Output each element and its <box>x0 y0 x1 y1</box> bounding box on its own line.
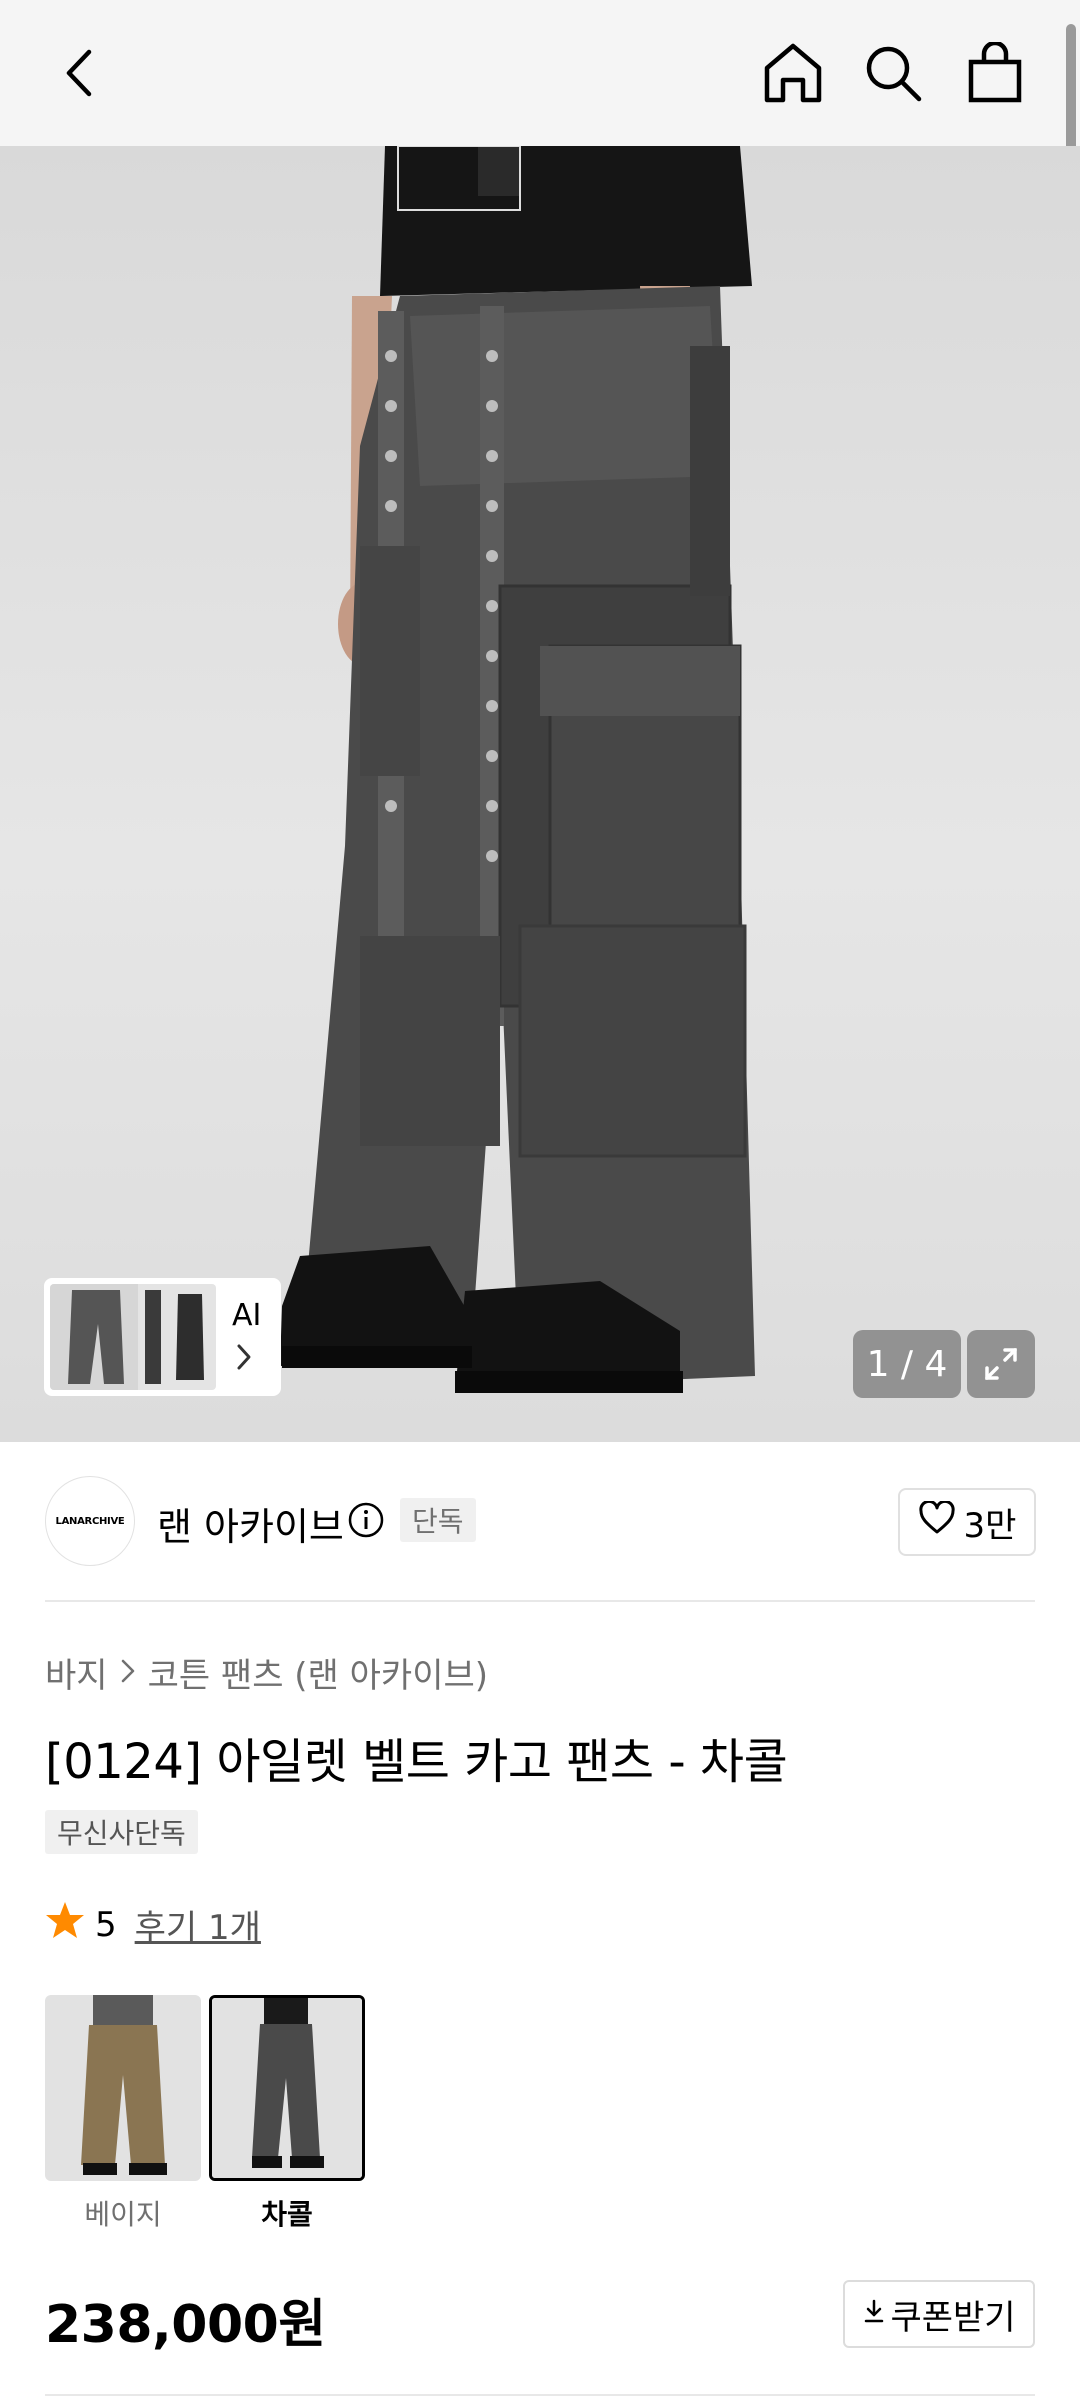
search-icon[interactable] <box>858 38 928 108</box>
breadcrumb-category[interactable]: 바지 <box>45 1648 108 1697</box>
divider <box>45 1600 1035 1602</box>
product-image-gallery[interactable]: AI 1 / 4 <box>0 146 1080 1442</box>
image-counter: 1 / 4 <box>853 1330 961 1398</box>
shopping-bag-icon[interactable] <box>960 38 1030 108</box>
brand-name[interactable]: 랜 아카이브 <box>157 1496 344 1551</box>
review-link[interactable]: 후기 1개 <box>135 1900 261 1949</box>
like-button[interactable]: 3만 <box>898 1488 1036 1556</box>
product-photo <box>280 146 755 1393</box>
ai-recommendation-thumbnail <box>50 1284 216 1390</box>
ai-label: AI <box>232 1298 262 1333</box>
variant-thumbnail <box>45 1995 201 2181</box>
variant-charcoal[interactable]: 차콜 <box>209 1995 365 2233</box>
top-navigation-bar <box>0 0 1080 146</box>
heart-icon <box>918 1499 956 1544</box>
breadcrumb: 바지 코튼 팬츠 (랜 아카이브) <box>45 1648 488 1697</box>
color-variants: 베이지 차콜 <box>45 1995 365 2233</box>
back-icon[interactable] <box>44 38 114 108</box>
divider <box>45 2394 1035 2396</box>
variant-beige[interactable]: 베이지 <box>45 1995 201 2233</box>
brand-logo[interactable]: LANARCHIVE <box>45 1476 135 1566</box>
exclusive-tag: 무신사단독 <box>45 1810 198 1854</box>
coupon-label: 쿠폰받기 <box>890 2297 1016 2338</box>
exclusive-badge: 단독 <box>400 1498 476 1542</box>
expand-icon[interactable] <box>967 1330 1035 1398</box>
product-title: [0124] 아일렛 벨트 카고 팬츠 - 차콜 <box>45 1734 788 1790</box>
breadcrumb-subcategory[interactable]: 코튼 팬츠 (랜 아카이브) <box>148 1648 488 1697</box>
chevron-right-icon <box>120 1653 136 1693</box>
rating-row: 5 후기 1개 <box>45 1900 261 1949</box>
variant-label: 베이지 <box>84 2198 162 2231</box>
star-icon <box>45 1900 85 1949</box>
brand-row: LANARCHIVE 랜 아카이브 단독 3만 <box>0 1476 1080 1566</box>
coupon-button[interactable]: 쿠폰받기 <box>843 2280 1035 2348</box>
ai-recommendation-card[interactable]: AI <box>44 1278 281 1396</box>
download-icon <box>862 2294 886 2334</box>
chevron-right-icon <box>234 1342 254 1376</box>
info-icon[interactable] <box>348 1502 384 1542</box>
home-icon[interactable] <box>758 38 828 108</box>
product-price: 238,000원 <box>45 2295 326 2355</box>
rating-score: 5 <box>95 1904 117 1945</box>
variant-thumbnail <box>209 1995 365 2181</box>
like-count: 3만 <box>963 1505 1017 1546</box>
variant-label: 차콜 <box>261 2198 313 2231</box>
